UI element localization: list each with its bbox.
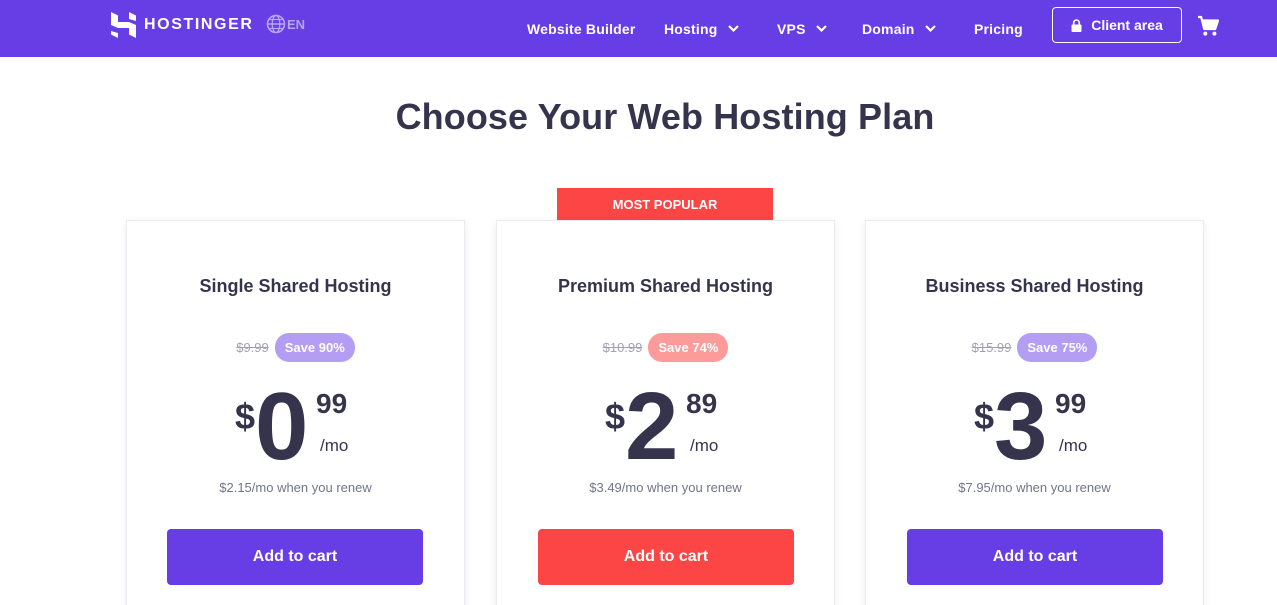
price-display: $ 2 89 /mo bbox=[497, 373, 834, 480]
save-badge: Save 74% bbox=[648, 333, 729, 362]
price-display: $ 0 99 /mo bbox=[127, 373, 464, 480]
nav-label: Domain bbox=[862, 20, 915, 37]
top-navbar: HOSTINGER EN Website Builder Hosting VPS… bbox=[0, 0, 1277, 57]
plan-name: Single Shared Hosting bbox=[199, 276, 392, 296]
hostinger-logo[interactable]: HOSTINGER bbox=[111, 12, 254, 38]
price-cents: 99 bbox=[316, 388, 348, 419]
language-label: EN bbox=[287, 16, 306, 32]
nav-website-builder[interactable]: Website Builder bbox=[527, 0, 636, 57]
price-cents: 89 bbox=[686, 388, 718, 419]
discount-row: $10.99 Save 74% bbox=[497, 333, 834, 362]
price-period: /mo bbox=[320, 436, 349, 455]
add-to-cart-button[interactable]: Add to cart bbox=[907, 529, 1163, 585]
language-selector[interactable]: EN bbox=[266, 14, 305, 34]
nav-label: Pricing bbox=[974, 20, 1023, 37]
chevron-down-icon bbox=[727, 25, 739, 33]
nav-label: VPS bbox=[777, 20, 806, 37]
currency-symbol: $ bbox=[235, 396, 256, 437]
renew-price: $7.95/mo when you renew bbox=[958, 480, 1111, 495]
chevron-down-icon bbox=[924, 25, 936, 33]
plan-card-single: Single Shared Hosting $9.99 Save 90% $ 0… bbox=[126, 220, 465, 605]
nav-domain[interactable]: Domain bbox=[862, 0, 937, 57]
lock-icon bbox=[1071, 18, 1082, 32]
plan-card-premium: Premium Shared Hosting $10.99 Save 74% $… bbox=[496, 220, 835, 605]
chevron-down-icon bbox=[815, 25, 827, 33]
save-badge: Save 75% bbox=[1017, 333, 1098, 362]
renew-price: $2.15/mo when you renew bbox=[219, 480, 372, 495]
price-whole: 2 bbox=[625, 373, 679, 480]
currency-symbol: $ bbox=[974, 396, 995, 437]
price-period: /mo bbox=[1059, 436, 1088, 455]
add-to-cart-button[interactable]: Add to cart bbox=[167, 529, 423, 585]
plan-card-business: Business Shared Hosting $15.99 Save 75% … bbox=[865, 220, 1204, 605]
globe-icon bbox=[266, 14, 286, 34]
client-area-button[interactable]: Client area bbox=[1052, 7, 1182, 43]
logo-text: HOSTINGER bbox=[144, 16, 254, 33]
nav-vps[interactable]: VPS bbox=[777, 0, 828, 57]
old-price: $10.99 bbox=[602, 340, 643, 355]
page-title: Choose Your Web Hosting Plan bbox=[395, 96, 935, 137]
discount-row: $9.99 Save 90% bbox=[127, 333, 464, 362]
price-period: /mo bbox=[690, 436, 719, 455]
old-price: $9.99 bbox=[236, 340, 269, 355]
hostinger-logo-icon bbox=[111, 12, 136, 38]
price-whole: 0 bbox=[255, 373, 309, 480]
price-cents: 99 bbox=[1055, 388, 1087, 419]
add-to-cart-button[interactable]: Add to cart bbox=[538, 529, 794, 585]
plan-name: Premium Shared Hosting bbox=[557, 276, 774, 296]
currency-symbol: $ bbox=[605, 396, 626, 437]
most-popular-badge: MOST POPULAR bbox=[557, 188, 773, 229]
nav-pricing[interactable]: Pricing bbox=[974, 0, 1023, 57]
nav-hosting[interactable]: Hosting bbox=[664, 0, 740, 57]
price-display: $ 3 99 /mo bbox=[866, 373, 1203, 480]
discount-row: $15.99 Save 75% bbox=[866, 333, 1203, 362]
plan-name: Business Shared Hosting bbox=[925, 276, 1144, 296]
renew-price: $3.49/mo when you renew bbox=[589, 480, 742, 495]
old-price: $15.99 bbox=[971, 340, 1012, 355]
nav-label: Hosting bbox=[664, 20, 718, 37]
client-area-label: Client area bbox=[1091, 17, 1163, 33]
save-badge: Save 90% bbox=[274, 333, 355, 362]
nav-label: Website Builder bbox=[527, 20, 636, 37]
price-whole: 3 bbox=[994, 373, 1048, 480]
cart-icon[interactable] bbox=[1197, 15, 1219, 37]
